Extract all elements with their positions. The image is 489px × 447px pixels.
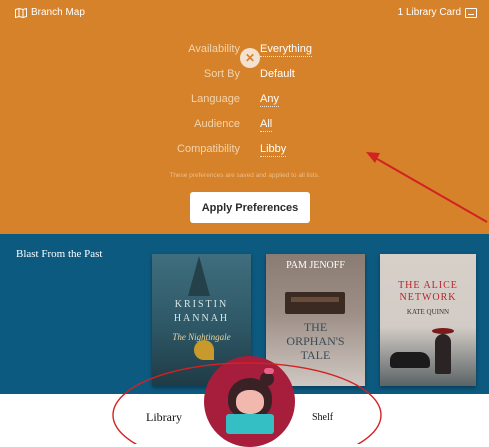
card-icon bbox=[465, 7, 477, 18]
preferences-panel: ✕ Availability Everything Sort By Defaul… bbox=[0, 30, 489, 234]
libby-book bbox=[226, 414, 274, 434]
pref-row-sort-by[interactable]: Sort By Default bbox=[0, 68, 489, 88]
pref-value-availability[interactable]: Everything bbox=[260, 43, 312, 57]
pref-row-audience[interactable]: Audience All bbox=[0, 118, 489, 138]
book-author: PAM JENOFF bbox=[286, 260, 345, 271]
pref-label: Availability bbox=[188, 43, 240, 55]
library-card-label: 1 Library Card bbox=[397, 7, 461, 18]
map-icon bbox=[15, 7, 27, 18]
pref-row-compatibility[interactable]: Compatibility Libby bbox=[0, 143, 489, 163]
book-cover-orphans-tale[interactable]: PAM JENOFF THE ORPHAN'S TALE bbox=[266, 254, 365, 386]
book-author: KATE QUINN bbox=[406, 308, 450, 316]
book-cover-alice-network[interactable]: THE ALICE NETWORK KATE QUINN bbox=[380, 254, 476, 386]
bird-art bbox=[194, 340, 214, 360]
pref-value-language[interactable]: Any bbox=[260, 93, 279, 107]
car-art bbox=[390, 352, 430, 368]
branch-map-label: Branch Map bbox=[31, 7, 85, 18]
pref-label: Compatibility bbox=[177, 143, 240, 155]
pref-row-language[interactable]: Language Any bbox=[0, 93, 489, 113]
libby-face bbox=[236, 390, 264, 414]
pref-value-sort-by[interactable]: Default bbox=[260, 68, 295, 81]
preferences-note: These preferences are saved and applied … bbox=[169, 172, 320, 179]
woman-art bbox=[435, 334, 451, 374]
book-title: THE ORPHAN'S TALE bbox=[286, 320, 345, 362]
libby-bow bbox=[264, 368, 274, 374]
pref-label: Audience bbox=[194, 118, 240, 130]
shelf-title: Blast From the Past bbox=[16, 248, 103, 260]
branch-map-link[interactable]: Branch Map bbox=[15, 7, 85, 18]
apply-preferences-button[interactable]: Apply Preferences bbox=[190, 192, 310, 223]
pref-value-compatibility[interactable]: Libby bbox=[260, 143, 287, 157]
top-bar: Branch Map 1 Library Card bbox=[0, 0, 489, 30]
nav-shelf[interactable]: Shelf bbox=[312, 412, 333, 423]
library-card-link[interactable]: 1 Library Card bbox=[398, 7, 477, 18]
pref-label: Sort By bbox=[203, 68, 240, 80]
pref-value-audience[interactable]: All bbox=[260, 118, 273, 132]
train-art bbox=[285, 292, 345, 314]
libby-logo-icon[interactable] bbox=[204, 356, 295, 447]
book-title: THE ALICE NETWORK bbox=[398, 280, 458, 303]
eiffel-tower-art bbox=[188, 256, 210, 296]
pref-label: Language bbox=[191, 93, 240, 105]
nav-library[interactable]: Library bbox=[146, 410, 182, 425]
book-author: KRISTIN HANNAH bbox=[173, 299, 230, 324]
pref-row-availability[interactable]: Availability Everything bbox=[0, 43, 489, 63]
